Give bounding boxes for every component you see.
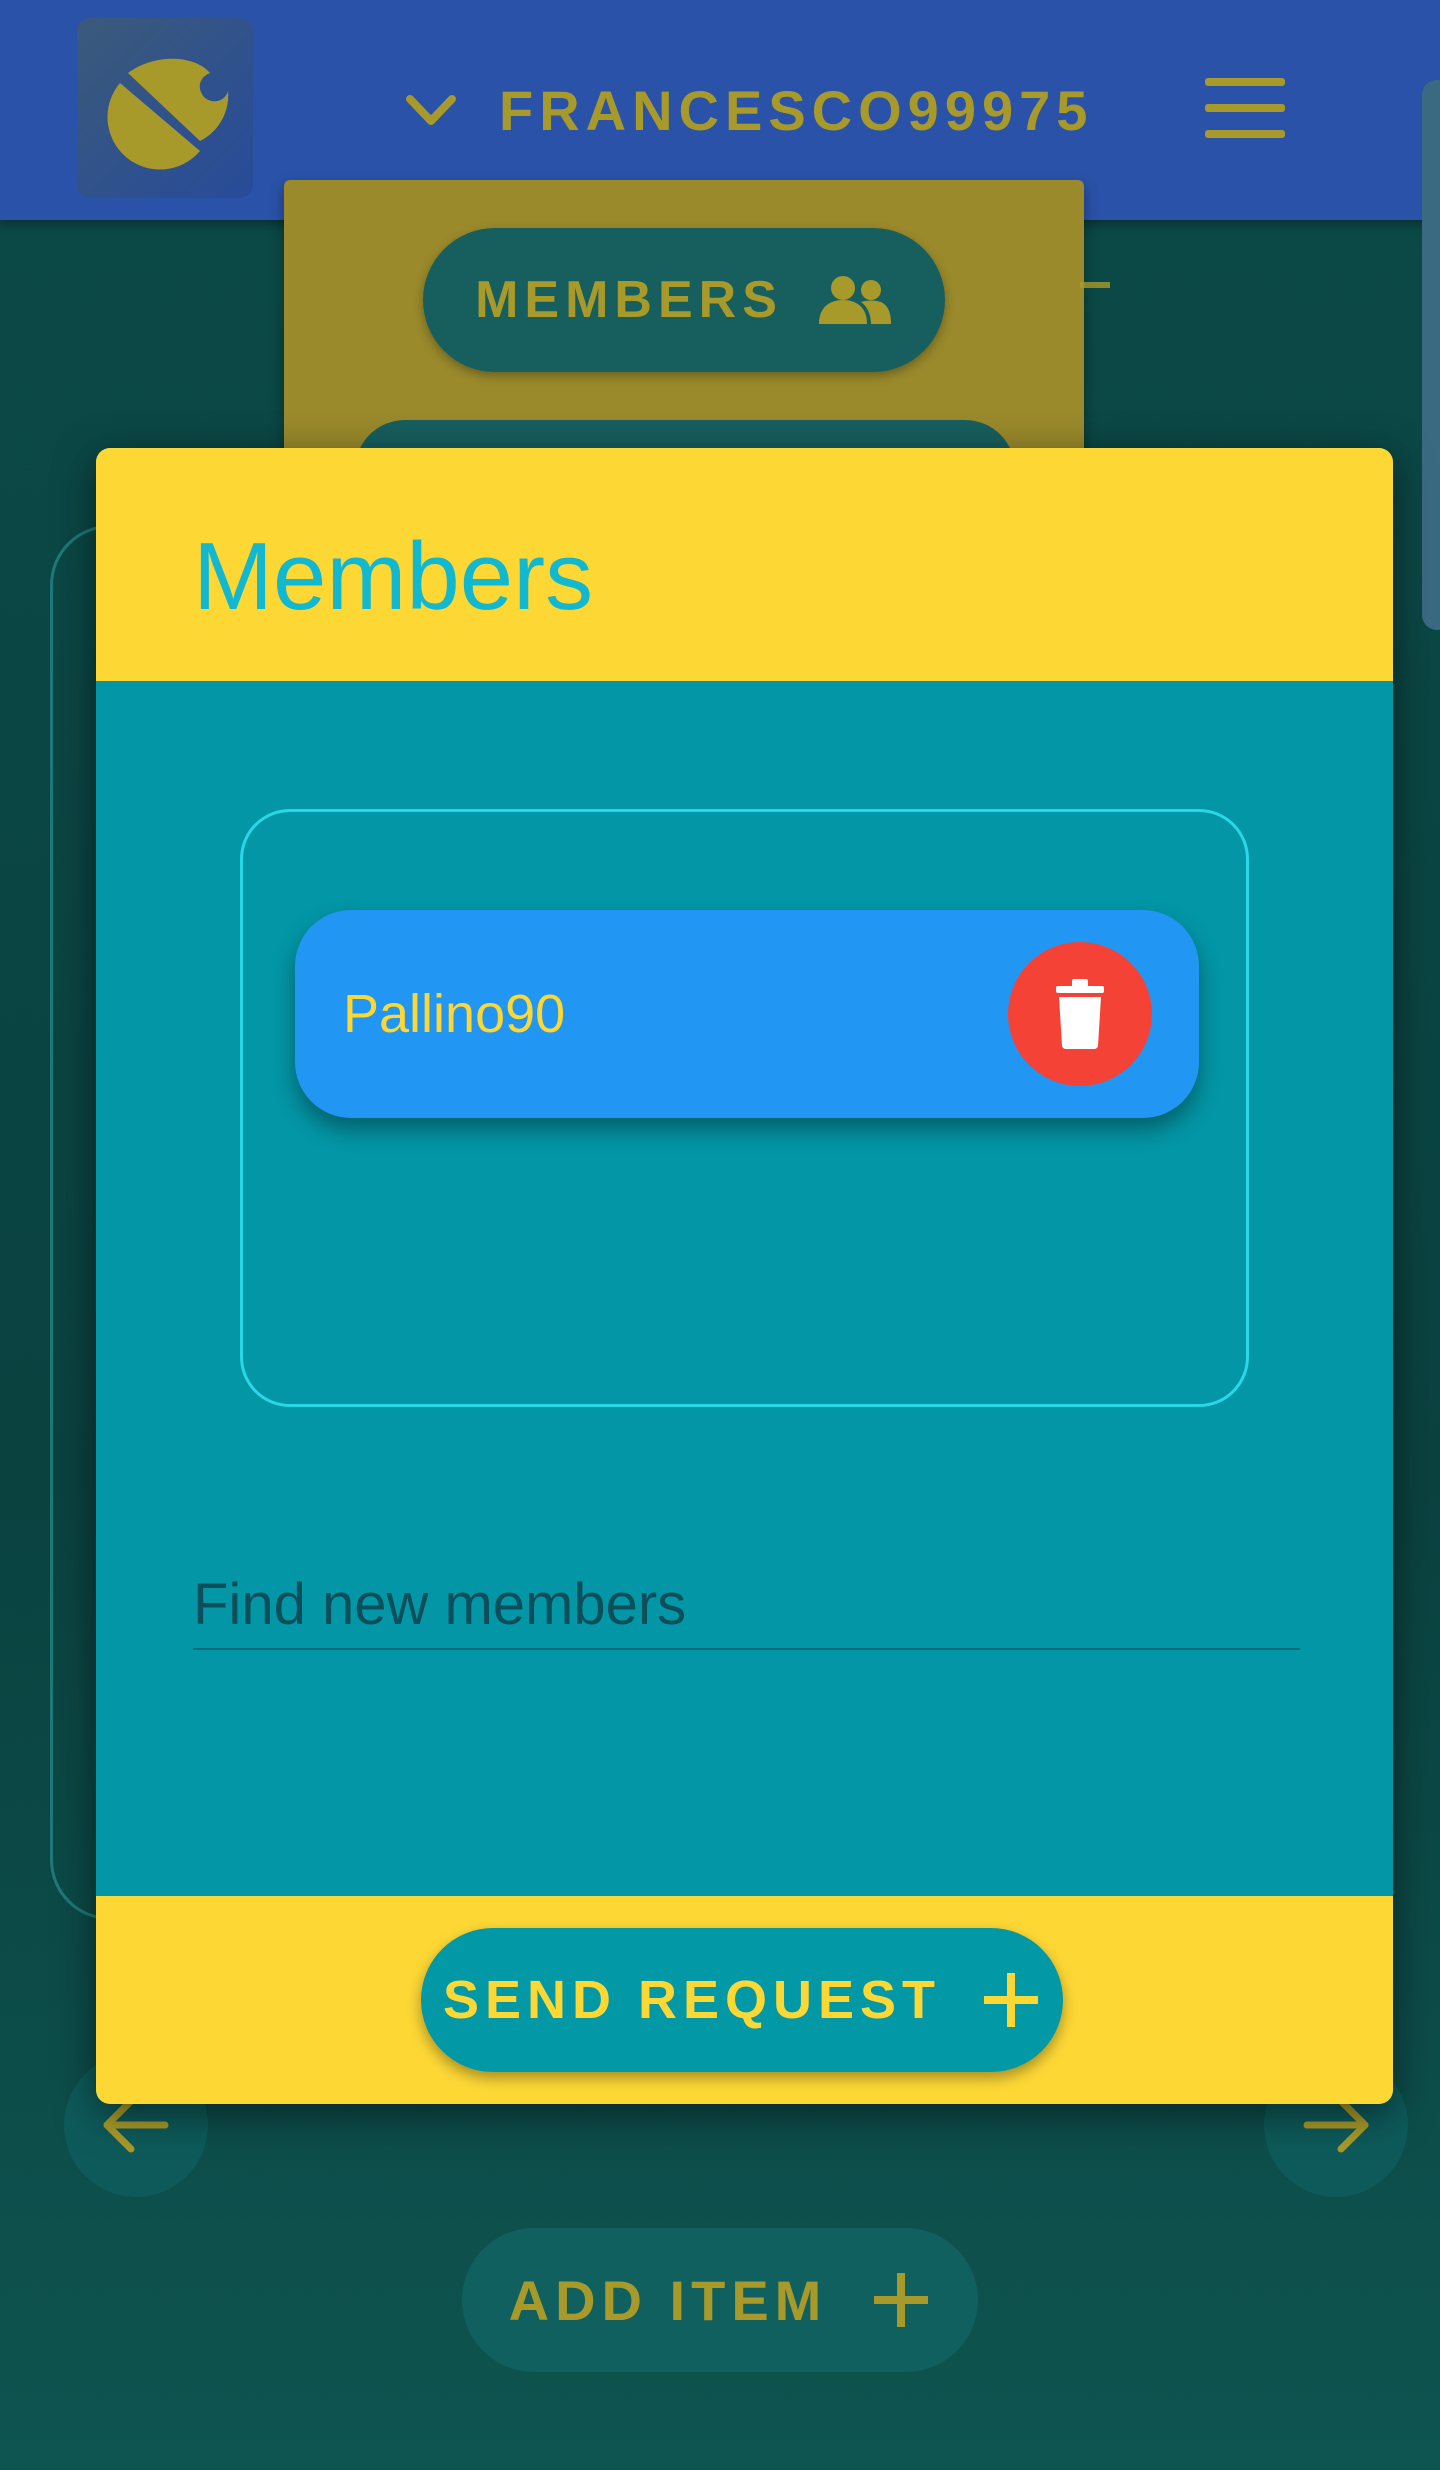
delete-member-button[interactable]: [1008, 942, 1152, 1086]
arrow-right-icon: [1303, 2097, 1369, 2153]
chevron-down-icon: [406, 95, 456, 125]
dialog-title: Members: [193, 523, 594, 630]
group-icon: [818, 276, 891, 324]
find-members-input[interactable]: [193, 1560, 1300, 1650]
members-button[interactable]: MEMBERS: [423, 228, 945, 372]
plus-icon: [984, 1973, 1039, 2027]
add-item-label: ADD ITEM: [508, 2268, 828, 2332]
arrow-left-icon: [103, 2097, 169, 2153]
app-logo[interactable]: [77, 18, 253, 198]
send-request-label: SEND REQUEST: [442, 1970, 942, 2030]
member-name: Pallino90: [343, 984, 566, 1044]
username-label: FRANCESCO99975: [499, 78, 1094, 142]
plus-icon: [874, 2273, 929, 2327]
member-list[interactable]: Pallino90: [240, 809, 1249, 1407]
user-dropdown-toggle[interactable]: FRANCESCO99975: [405, 70, 1093, 150]
member-item[interactable]: Pallino90: [295, 910, 1199, 1118]
add-item-button[interactable]: ADD ITEM: [462, 2228, 978, 2372]
background-plus-mark: [1080, 282, 1110, 288]
app-logo-icon: [107, 58, 229, 170]
dialog-header: Members: [96, 448, 1393, 681]
send-request-button[interactable]: SEND REQUEST: [421, 1928, 1063, 2072]
trash-icon: [1056, 979, 1104, 1049]
members-dialog: Members Pallino90 SEND REQUEST: [96, 448, 1393, 2104]
hamburger-menu-icon[interactable]: [1205, 78, 1285, 138]
members-button-label: MEMBERS: [475, 271, 783, 329]
scrollbar-thumb[interactable]: [1422, 80, 1440, 630]
